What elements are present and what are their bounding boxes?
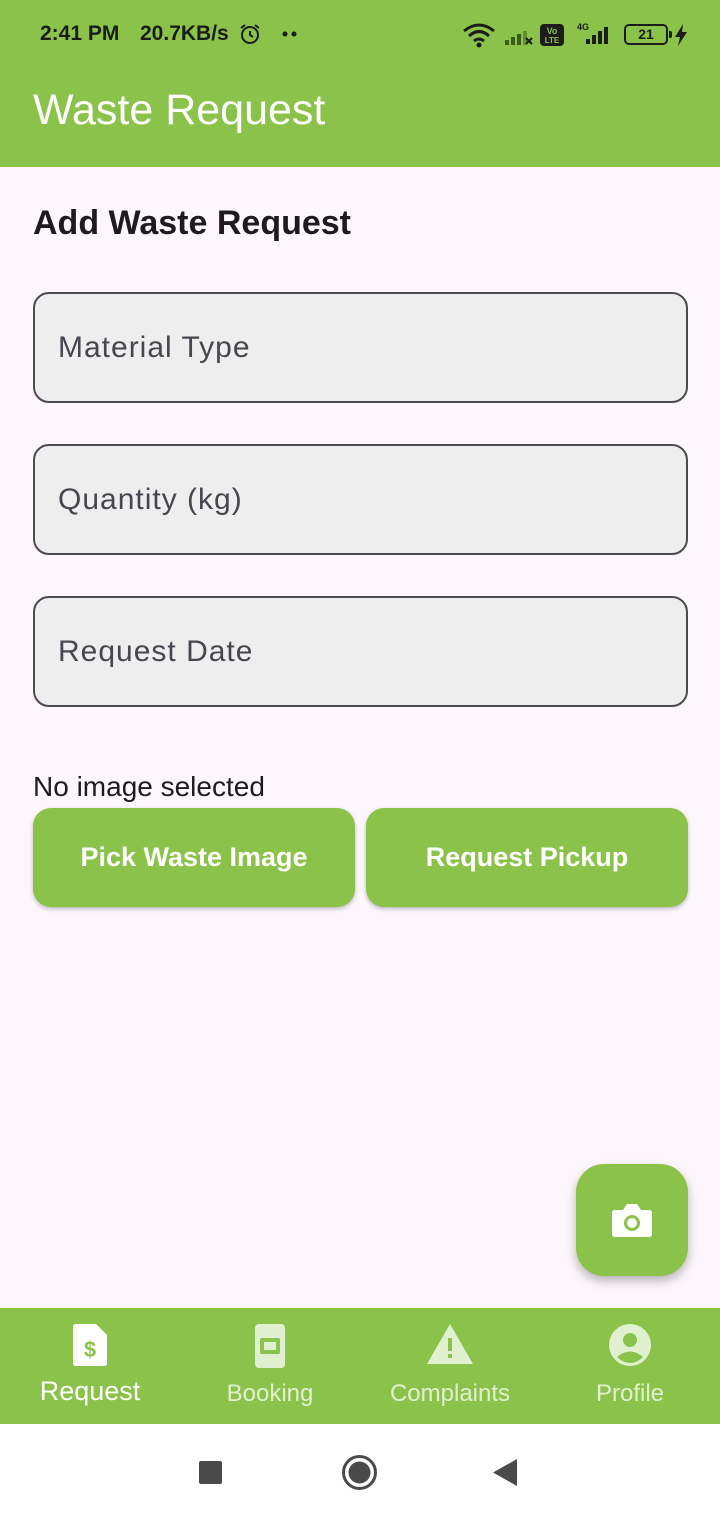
svg-text:$: $ [84, 1337, 96, 1362]
wifi-icon [463, 23, 495, 48]
back-icon[interactable] [493, 1459, 517, 1486]
quantity-input[interactable] [35, 446, 686, 553]
quantity-field[interactable] [33, 444, 688, 555]
bottom-navigation: $ Request Booking Complaints Profile [0, 1308, 720, 1424]
nav-item-request[interactable]: $ Request [0, 1308, 180, 1424]
recents-icon[interactable] [199, 1461, 222, 1484]
material-type-field[interactable] [33, 292, 688, 403]
charging-icon [675, 24, 687, 46]
request-date-field[interactable] [33, 596, 688, 707]
svg-text:LTE: LTE [545, 36, 560, 45]
nav-label-booking: Booking [226, 1380, 314, 1407]
svg-text:4G: 4G [577, 22, 589, 32]
form-title: Add Waste Request [33, 204, 352, 242]
nav-item-booking[interactable]: Booking [180, 1308, 360, 1424]
nav-label-complaints: Complaints [389, 1380, 511, 1407]
battery-icon: 21 [624, 24, 672, 45]
nav-item-complaints[interactable]: Complaints [360, 1308, 540, 1424]
nav-label-request: Request [39, 1376, 141, 1406]
profile-icon [609, 1324, 651, 1366]
status-network-speed: 20.7KB/s [140, 22, 229, 45]
home-icon[interactable] [341, 1454, 378, 1491]
alarm-icon [240, 24, 260, 44]
camera-fab-button[interactable] [576, 1164, 688, 1276]
pick-waste-image-button[interactable]: Pick Waste Image [33, 808, 355, 907]
request-icon: $ [73, 1324, 107, 1366]
camera-icon [612, 1204, 652, 1237]
booking-icon [255, 1324, 285, 1368]
page-title: Waste Request [33, 86, 326, 134]
status-time: 2:41 PM [40, 22, 120, 45]
complaints-icon [427, 1324, 473, 1364]
signal-icon [505, 31, 533, 45]
nav-item-profile[interactable]: Profile [540, 1308, 720, 1424]
material-type-input[interactable] [35, 294, 686, 401]
request-pickup-button[interactable]: Request Pickup [366, 808, 688, 907]
svg-text:Vo: Vo [547, 26, 558, 36]
4g-signal-icon: 4G [577, 22, 608, 44]
app-bar: Waste Request [0, 68, 720, 167]
system-navigation-bar [0, 1424, 720, 1520]
image-status-text: No image selected [33, 771, 265, 802]
nav-label-profile: Profile [595, 1380, 665, 1407]
status-bar: 2:41 PM 20.7KB/s Vo LTE 4G 21 [0, 0, 720, 68]
volte-icon: Vo LTE [540, 24, 564, 46]
more-notifications-icon [282, 31, 297, 37]
request-date-input[interactable] [35, 598, 686, 705]
